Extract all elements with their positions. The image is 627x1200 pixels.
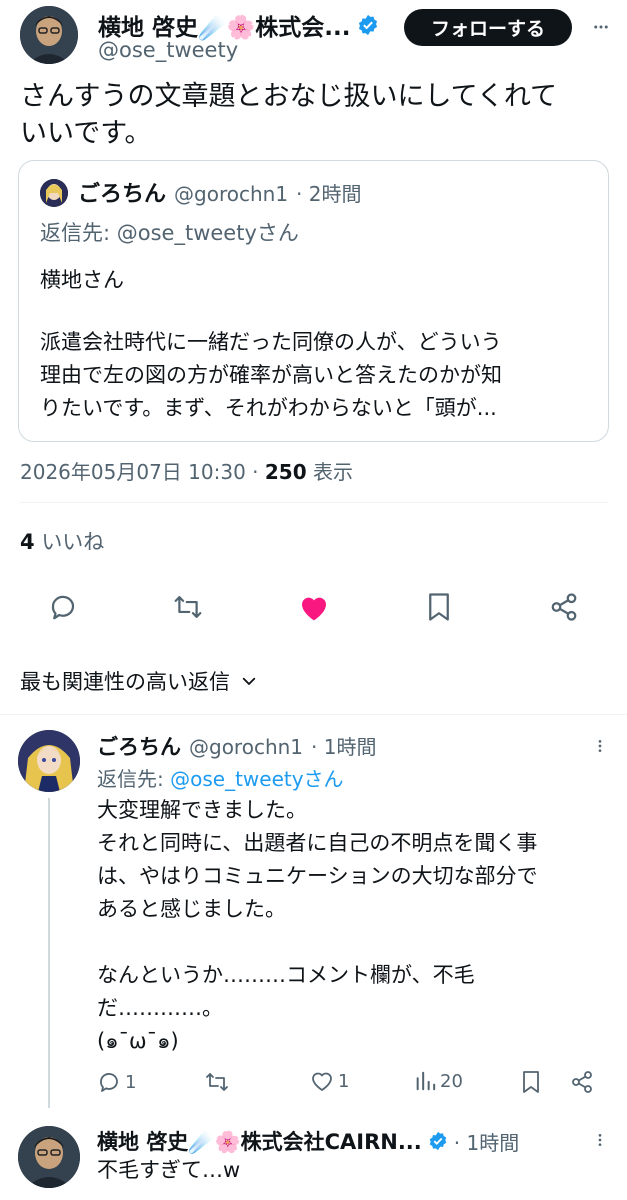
view-count: 20 — [440, 1070, 463, 1092]
reply-text: 大変理解できました。 それと同時に、出題者に自己の不明点を聞く事 は、やはりコミ… — [97, 798, 538, 1053]
reply-views-button[interactable]: 20 — [414, 1070, 463, 1092]
reply-time[interactable]: · 1時間 — [311, 731, 376, 760]
reply-sort-dropdown[interactable]: 最も関連性の高い返信 — [20, 666, 258, 696]
reply-author-name[interactable]: 横地 啓史☄️🌸株式会社CAIRN... — [97, 1126, 422, 1156]
reply-text: 不毛すぎて…w — [97, 1158, 241, 1182]
retweet-icon[interactable] — [204, 1070, 230, 1094]
author-avatar[interactable] — [20, 6, 78, 64]
share-icon[interactable] — [570, 1070, 594, 1094]
likes-label: いいね — [41, 530, 105, 554]
more-options-icon[interactable] — [592, 738, 608, 754]
divider — [0, 714, 627, 715]
reply-count: 1 — [125, 1071, 137, 1093]
views-chart-icon — [416, 1071, 436, 1091]
more-options-icon[interactable] — [592, 1132, 608, 1148]
bookmark-icon[interactable] — [521, 1070, 541, 1094]
reply-author-avatar[interactable] — [18, 1126, 80, 1188]
views-label: 表示 — [312, 460, 353, 484]
quoted-body: 派遣会社時代に一緒だった同僚の人が、どういう 理由で左の図の方が確率が高いと答え… — [40, 330, 502, 420]
reply-icon — [100, 1073, 118, 1092]
quoted-reply-to: 返信先: @ose_tweetyさん — [40, 221, 299, 245]
reply-like-button[interactable]: 1 — [310, 1070, 349, 1092]
more-options-icon[interactable] — [592, 18, 610, 36]
verified-badge-icon — [429, 1131, 447, 1151]
reply-author-name[interactable]: ごろちん — [97, 731, 181, 761]
follow-button[interactable]: フォローする — [404, 9, 572, 46]
thread-line — [48, 798, 50, 1108]
likes-summary[interactable]: 4 いいね — [20, 526, 104, 556]
author-name[interactable]: 横地 啓史☄️🌸株式会... — [98, 8, 351, 42]
reply-to-link[interactable]: @ose_tweetyさん — [170, 767, 343, 791]
quoted-greeting: 横地さん — [40, 268, 124, 292]
author-handle[interactable]: @ose_tweety — [98, 38, 238, 62]
tweet-meta: 2026年05月07日 10:30 · 250 表示 — [20, 460, 353, 484]
reply-author-avatar[interactable] — [18, 730, 80, 792]
reply-author-handle[interactable]: @gorochn1 — [189, 735, 303, 759]
reply-time[interactable]: · 1時間 — [454, 1127, 519, 1156]
quoted-time: · 2時間 — [296, 182, 362, 206]
share-icon[interactable] — [549, 592, 579, 622]
like-icon-active[interactable] — [298, 592, 330, 622]
verified-badge-icon — [358, 14, 377, 36]
divider — [20, 502, 608, 503]
tweet-timestamp[interactable]: 2026年05月07日 10:30 — [20, 460, 246, 484]
like-count: 1 — [338, 1070, 350, 1092]
reply-to: 返信先: @ose_tweetyさん — [97, 767, 344, 791]
tweet-text: さんすうの文章題とおなじ扱いにしてくれて いいです。 — [20, 81, 558, 149]
retweet-icon[interactable] — [172, 592, 204, 622]
reply-reply-button[interactable]: 1 — [97, 1070, 136, 1094]
quoted-author-handle: @gorochn1 — [174, 182, 289, 206]
sort-label: 最も関連性の高い返信 — [20, 670, 230, 694]
quoted-author-avatar — [40, 179, 68, 207]
bookmark-icon[interactable] — [426, 592, 452, 622]
likes-count: 4 — [20, 530, 35, 554]
quoted-author-name: ごろちん — [78, 182, 167, 207]
views-count: 250 — [264, 460, 307, 484]
reply-icon[interactable] — [48, 592, 78, 622]
like-icon — [312, 1072, 332, 1091]
chevron-down-icon — [242, 677, 256, 685]
